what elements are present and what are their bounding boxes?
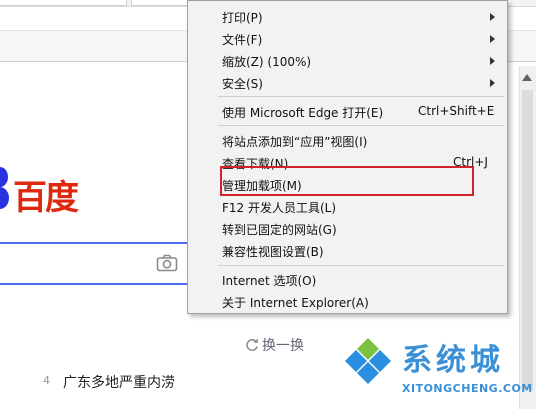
highlight-annotation-box bbox=[220, 166, 474, 196]
refresh-label: 换一换 bbox=[262, 338, 304, 354]
menu-item-label: F12 开发人员工具(L) bbox=[222, 201, 337, 215]
menu-separator bbox=[218, 125, 504, 126]
menu-item-compat-view[interactable]: 兼容性视图设置(B) bbox=[188, 240, 507, 262]
menu-item-safety[interactable]: 安全(S) bbox=[188, 72, 507, 94]
refresh-icon bbox=[246, 339, 258, 351]
vertical-scrollbar[interactable] bbox=[519, 66, 536, 409]
watermark-logo-icon bbox=[345, 338, 391, 384]
menu-item-add-to-apps[interactable]: 将站点添加到“应用”视图(I) bbox=[188, 130, 507, 152]
scrollbar-thumb[interactable] bbox=[522, 90, 533, 390]
menu-item-label: 关于 Internet Explorer(A) bbox=[222, 296, 369, 310]
menu-item-zoom[interactable]: 缩放(Z) (100%) bbox=[188, 50, 507, 72]
submenu-arrow-icon bbox=[490, 13, 495, 21]
menu-item-file[interactable]: 文件(F) bbox=[188, 28, 507, 50]
menu-separator bbox=[218, 265, 504, 266]
menu-item-label: 使用 Microsoft Edge 打开(E) bbox=[222, 106, 384, 120]
menu-separator bbox=[218, 96, 504, 97]
menu-item-label: Internet 选项(O) bbox=[222, 274, 317, 288]
menu-item-about-ie[interactable]: 关于 Internet Explorer(A) bbox=[188, 291, 507, 313]
menu-item-label: 打印(P) bbox=[222, 11, 263, 25]
hot-list-item[interactable]: 广东多地严重内涝 bbox=[63, 372, 175, 392]
watermark-title: 系统城 bbox=[402, 343, 504, 378]
menu-item-shortcut: Ctrl+Shift+E bbox=[418, 104, 495, 118]
refresh-link[interactable]: 换一换 bbox=[245, 335, 304, 355]
address-input[interactable] bbox=[0, 0, 127, 6]
menu-item-label: 转到已固定的网站(G) bbox=[222, 223, 337, 237]
menu-item-label: 安全(S) bbox=[222, 77, 263, 91]
scroll-up-arrow-icon[interactable] bbox=[522, 74, 532, 81]
submenu-arrow-icon bbox=[490, 57, 495, 65]
menu-item-label: 缩放(Z) (100%) bbox=[222, 55, 312, 69]
baidu-logo[interactable]: 百度 bbox=[13, 170, 79, 219]
menu-item-open-in-edge[interactable]: 使用 Microsoft Edge 打开(E) Ctrl+Shift+E bbox=[188, 101, 507, 123]
submenu-arrow-icon bbox=[490, 35, 495, 43]
menu-item-pinned-sites[interactable]: 转到已固定的网站(G) bbox=[188, 218, 507, 240]
menu-item-label: 兼容性视图设置(B) bbox=[222, 245, 324, 259]
menu-item-print[interactable]: 打印(P) bbox=[188, 6, 507, 28]
tools-context-menu: 打印(P) 文件(F) 缩放(Z) (100%) 安全(S) 使用 Micros… bbox=[187, 0, 508, 314]
menu-item-label: 将站点添加到“应用”视图(I) bbox=[222, 135, 368, 149]
baidu-paw-icon bbox=[0, 167, 9, 209]
menu-item-f12-devtools[interactable]: F12 开发人员工具(L) bbox=[188, 196, 507, 218]
menu-item-label: 文件(F) bbox=[222, 33, 263, 47]
hot-list-number: 4 bbox=[43, 374, 50, 387]
submenu-arrow-icon bbox=[490, 79, 495, 87]
watermark-url: XITONGCHENG.COM bbox=[402, 382, 533, 395]
camera-icon[interactable] bbox=[156, 254, 178, 272]
menu-item-internet-options[interactable]: Internet 选项(O) bbox=[188, 269, 507, 291]
